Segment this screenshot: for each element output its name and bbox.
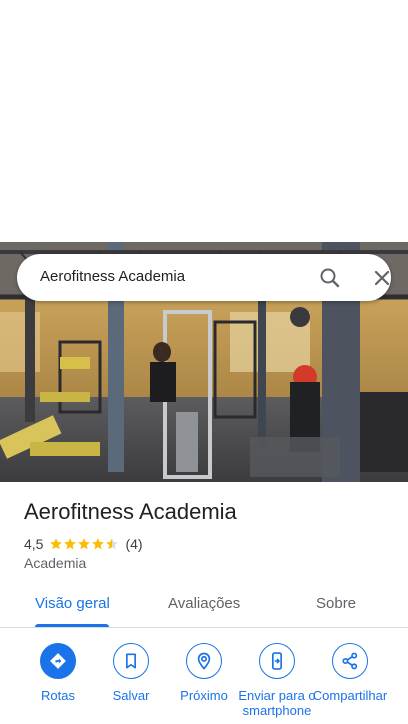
directions-button[interactable]: Rotas — [18, 643, 98, 724]
share-button[interactable]: Compartilhar — [310, 643, 390, 724]
directions-icon — [40, 643, 76, 679]
star-icon — [50, 538, 63, 550]
tab-bar: Visão geral Avaliações Sobre — [0, 582, 408, 628]
tab-overview[interactable]: Visão geral — [35, 595, 110, 612]
star-icon — [64, 538, 77, 550]
star-icon — [78, 538, 91, 550]
nearby-icon — [186, 643, 222, 679]
search-input[interactable]: Aerofitness Academia — [40, 268, 185, 285]
nearby-label: Próximo — [180, 688, 228, 703]
rating-value: 4,5 — [24, 536, 44, 552]
share-label: Compartilhar — [312, 688, 388, 703]
rating-stars — [49, 537, 119, 551]
tab-about[interactable]: Sobre — [316, 595, 356, 612]
close-icon[interactable] — [370, 266, 394, 290]
rating-row[interactable]: 4,5 (4) — [24, 535, 143, 553]
active-tab-indicator — [35, 624, 109, 627]
search-icon[interactable] — [318, 266, 342, 290]
action-bar: Rotas Salvar Próximo Enviar para o smart… — [0, 640, 408, 724]
send-to-phone-icon — [259, 643, 295, 679]
place-name: Aerofitness Academia — [24, 499, 237, 524]
save-label: Salvar — [112, 688, 150, 703]
star-icon — [106, 538, 119, 550]
send-to-phone-label: Enviar para o smartphone — [238, 688, 316, 718]
star-icon — [92, 538, 105, 550]
tab-reviews[interactable]: Avaliações — [168, 595, 240, 612]
share-icon — [332, 643, 368, 679]
nearby-button[interactable]: Próximo — [164, 643, 244, 724]
review-count[interactable]: (4) — [125, 536, 142, 552]
bookmark-icon — [113, 643, 149, 679]
directions-label: Rotas — [41, 688, 75, 703]
place-sheet: Aerofitness Academia Aerofitness Academi… — [0, 0, 408, 724]
save-button[interactable]: Salvar — [91, 643, 171, 724]
search-bar[interactable]: Aerofitness Academia — [17, 254, 391, 301]
place-category[interactable]: Academia — [24, 555, 86, 571]
send-to-phone-button[interactable]: Enviar para o smartphone — [237, 643, 317, 724]
